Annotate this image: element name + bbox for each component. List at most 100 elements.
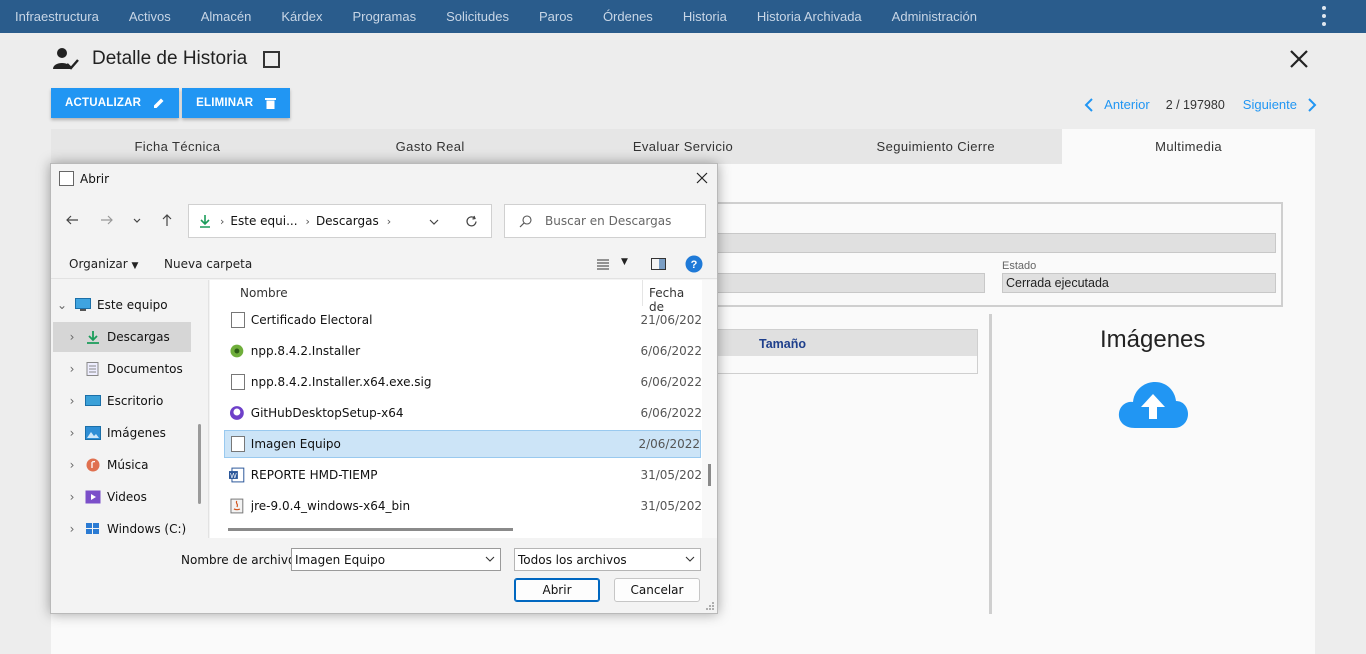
open-file-dialog: Abrir › Este equi... › Descargas › Busca… bbox=[50, 163, 718, 614]
preview-pane-icon[interactable] bbox=[651, 258, 666, 270]
search-input[interactable]: Buscar en Descargas bbox=[504, 204, 706, 238]
column-name[interactable]: Nombre bbox=[240, 286, 288, 300]
sidebar-label: Documentos bbox=[107, 362, 183, 376]
file-row[interactable]: GitHubDesktopSetup-x64 6/06/2022 bbox=[225, 399, 702, 427]
file-row[interactable]: W REPORTE HMD-TIEMP 31/05/202 bbox=[225, 461, 702, 489]
sidebar-item-musica[interactable]: › Música bbox=[51, 450, 189, 480]
nav-programas[interactable]: Programas bbox=[338, 9, 432, 24]
chevron-down-icon bbox=[685, 556, 695, 562]
chevron-down-icon[interactable] bbox=[485, 554, 495, 564]
up-arrow-icon[interactable] bbox=[160, 213, 174, 227]
nav-almacen[interactable]: Almacén bbox=[186, 9, 267, 24]
sidebar-item-escritorio[interactable]: › Escritorio bbox=[51, 386, 189, 416]
chevron-down-icon[interactable] bbox=[132, 213, 142, 227]
file-type-value: Todos los archivos bbox=[518, 553, 627, 567]
horizontal-scroll-thumb[interactable] bbox=[228, 528, 513, 531]
chevron-down-icon[interactable] bbox=[429, 217, 439, 227]
vertical-scroll-thumb[interactable] bbox=[708, 464, 711, 486]
sidebar-item-descargas[interactable]: › Descargas bbox=[53, 322, 191, 352]
view-options-icon[interactable] bbox=[597, 259, 611, 270]
file-date: 2/06/2022 bbox=[638, 437, 700, 451]
chevron-right-icon: › bbox=[386, 214, 392, 228]
expand-icon[interactable]: ⌄ bbox=[51, 298, 73, 312]
file-name: jre-9.0.4_windows-x64_bin bbox=[250, 499, 411, 513]
expand-icon[interactable]: › bbox=[61, 458, 83, 472]
expand-icon[interactable]: › bbox=[61, 490, 83, 504]
sidebar-label: Windows (C:) bbox=[107, 522, 187, 536]
new-folder-button[interactable]: Nueva carpeta bbox=[164, 257, 252, 271]
file-row[interactable]: jre-9.0.4_windows-x64_bin 31/05/202 bbox=[225, 492, 702, 520]
file-row[interactable]: npp.8.4.2.Installer 6/06/2022 bbox=[225, 337, 702, 365]
drive-icon bbox=[86, 523, 99, 534]
tab-gasto-real[interactable]: Gasto Real bbox=[304, 129, 557, 164]
sidebar-item-videos[interactable]: › Videos bbox=[51, 482, 189, 512]
close-icon[interactable] bbox=[1288, 48, 1310, 70]
next-link[interactable]: Siguiente bbox=[1243, 97, 1317, 112]
expand-icon[interactable]: › bbox=[61, 426, 83, 440]
sidebar-item-documentos[interactable]: › Documentos bbox=[51, 354, 189, 384]
column-divider[interactable] bbox=[642, 280, 643, 306]
file-list-scrollbar[interactable] bbox=[702, 280, 717, 538]
title-checkbox[interactable] bbox=[263, 50, 281, 68]
caret-down-icon[interactable]: ▼ bbox=[621, 257, 628, 267]
estado-field: Cerrada ejecutada bbox=[1002, 273, 1276, 293]
breadcrumb-este-equipo[interactable]: Este equi... bbox=[230, 214, 297, 228]
prev-link[interactable]: Anterior bbox=[1084, 97, 1150, 112]
cloud-upload-icon[interactable] bbox=[1117, 380, 1189, 430]
sidebar-item-imagenes[interactable]: › Imágenes bbox=[51, 418, 189, 448]
readonly-field bbox=[717, 233, 1276, 253]
sidebar-label: Música bbox=[107, 458, 149, 472]
tab-evaluar-servicio[interactable]: Evaluar Servicio bbox=[557, 129, 810, 164]
tab-multimedia[interactable]: Multimedia bbox=[1062, 129, 1315, 164]
search-placeholder: Buscar en Descargas bbox=[545, 214, 672, 228]
expand-icon[interactable]: › bbox=[61, 362, 83, 376]
file-type-select[interactable]: Todos los archivos bbox=[514, 548, 701, 571]
filename-value: Imagen Equipo bbox=[295, 553, 386, 567]
file-row[interactable]: Certificado Electoral 21/06/202 bbox=[225, 306, 702, 334]
cancel-button[interactable]: Cancelar bbox=[614, 578, 700, 602]
open-button[interactable]: Abrir bbox=[514, 578, 600, 602]
resize-grip-icon[interactable] bbox=[705, 601, 715, 611]
more-menu-icon[interactable] bbox=[1322, 6, 1326, 26]
nav-historia[interactable]: Historia bbox=[668, 9, 742, 24]
file-row[interactable]: npp.8.4.2.Installer.x64.exe.sig 6/06/202… bbox=[225, 368, 702, 396]
file-row-selected[interactable]: Imagen Equipo 2/06/2022 bbox=[224, 430, 701, 458]
pencil-icon bbox=[154, 98, 164, 108]
breadcrumb-descargas[interactable]: Descargas bbox=[316, 214, 379, 228]
sidebar-scrollbar[interactable] bbox=[198, 424, 201, 504]
refresh-icon[interactable] bbox=[465, 215, 478, 228]
expand-icon[interactable]: › bbox=[61, 522, 83, 536]
nav-administracion[interactable]: Administración bbox=[877, 9, 992, 24]
sidebar-item-windows-c[interactable]: › Windows (C:) bbox=[51, 514, 189, 544]
file-date: 21/06/202 bbox=[640, 313, 702, 327]
chevron-right-icon: › bbox=[305, 214, 310, 228]
divider bbox=[989, 314, 992, 614]
nav-paros[interactable]: Paros bbox=[524, 9, 588, 24]
expand-icon[interactable]: › bbox=[61, 394, 83, 408]
tab-ficha-tecnica[interactable]: Ficha Técnica bbox=[51, 129, 304, 164]
nav-activos[interactable]: Activos bbox=[114, 9, 186, 24]
blank-file-icon bbox=[231, 374, 245, 390]
tab-seguimiento-cierre[interactable]: Seguimiento Cierre bbox=[809, 129, 1062, 164]
nav-historia-archivada[interactable]: Historia Archivada bbox=[742, 9, 877, 24]
music-icon bbox=[86, 458, 100, 472]
file-list-header: Nombre Fecha de bbox=[210, 280, 702, 314]
filename-input[interactable]: Imagen Equipo bbox=[291, 548, 501, 571]
address-bar[interactable]: › Este equi... › Descargas › bbox=[188, 204, 492, 238]
delete-button[interactable]: ELIMINAR bbox=[182, 88, 291, 118]
update-button[interactable]: ACTUALIZAR bbox=[51, 88, 180, 118]
back-arrow-icon[interactable] bbox=[65, 213, 79, 227]
page-header: Detalle de Historia bbox=[52, 47, 281, 71]
action-buttons: ACTUALIZAR ELIMINAR bbox=[51, 88, 293, 118]
forward-arrow-icon[interactable] bbox=[100, 213, 114, 227]
nav-infraestructura[interactable]: Infraestructura bbox=[0, 9, 114, 24]
nav-kardex[interactable]: Kárdex bbox=[266, 9, 337, 24]
organize-button[interactable]: Organizar ▼ bbox=[69, 257, 138, 271]
nav-solicitudes[interactable]: Solicitudes bbox=[431, 9, 524, 24]
expand-icon[interactable]: › bbox=[61, 330, 83, 344]
sidebar-item-este-equipo[interactable]: ⌄ Este equipo bbox=[51, 290, 189, 320]
nav-ordenes[interactable]: Órdenes bbox=[588, 9, 668, 24]
caret-down-icon: ▼ bbox=[131, 261, 139, 271]
help-icon[interactable]: ? bbox=[685, 255, 703, 273]
close-icon[interactable] bbox=[695, 171, 709, 185]
